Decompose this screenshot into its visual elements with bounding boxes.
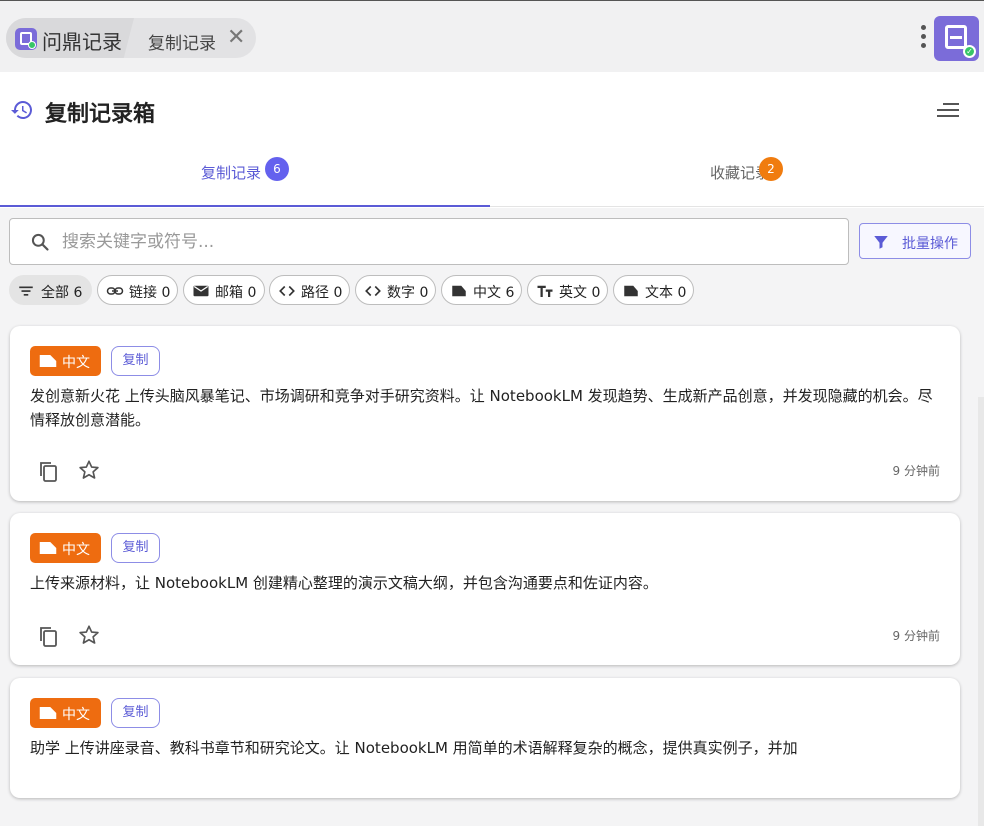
copy-count-badge: 6 (265, 157, 289, 181)
search-icon (31, 233, 49, 251)
label-icon (39, 542, 57, 554)
favorites-count-badge: 2 (759, 157, 783, 181)
type-tag-chinese: 中文 (30, 533, 101, 563)
record-card[interactable]: 中文 复制 发创意新火花 上传头脑风暴笔记、市场调研和竞争对手研究资料。让 No… (10, 326, 960, 501)
history-icon (11, 101, 32, 119)
record-card[interactable]: 中文 复制 上传来源材料，让 NotebookLM 创建精心整理的演示文稿大纲，… (10, 513, 960, 665)
chip-label: 链接 0 (129, 285, 171, 301)
text-size-icon (537, 285, 553, 297)
tab-divider (490, 206, 984, 207)
page-title: 复制记录箱 (45, 102, 156, 127)
app-logo-icon (15, 28, 37, 50)
type-tag-label: 中文 (62, 707, 90, 723)
label-icon (624, 285, 638, 297)
source-tag-copy: 复制 (111, 533, 160, 563)
window-topbar: 问鼎记录 复制记录 ✕ ✓ (0, 0, 984, 72)
sort-menu-icon[interactable] (937, 103, 959, 119)
source-tag-copy: 复制 (111, 346, 160, 376)
close-icon[interactable]: ✕ (227, 26, 245, 50)
batch-operation-label: 批量操作 (902, 236, 958, 252)
code-icon (365, 285, 381, 297)
filter-chip-mail[interactable]: 邮箱 0 (183, 275, 265, 305)
chip-label: 文本 0 (645, 285, 687, 301)
filter-chip-english[interactable]: 英文 0 (527, 275, 608, 305)
scrollbar[interactable] (978, 397, 984, 826)
filter-chip-text[interactable]: 文本 0 (613, 275, 694, 305)
more-vert-icon[interactable] (919, 25, 929, 53)
link-icon (106, 287, 124, 295)
record-text: 助学 上传讲座录音、教科书章节和研究论文。让 NotebookLM 用简单的术语… (30, 739, 798, 757)
filter-list-icon (19, 286, 33, 296)
search-box[interactable] (9, 218, 849, 265)
clipboard-panel: 复制记录箱 复制记录 6 6 收藏记录 2 批量操作 全部 6 (0, 72, 984, 826)
mail-icon (193, 285, 209, 297)
search-input[interactable] (62, 227, 822, 257)
record-time: 9 分钟前 (892, 464, 940, 478)
copy-icon[interactable] (38, 460, 58, 482)
type-tag-label: 中文 (62, 542, 90, 558)
star-icon[interactable] (78, 459, 100, 481)
filter-chip-number[interactable]: 数字 0 (355, 275, 436, 305)
record-card[interactable]: 中文 复制 助学 上传讲座录音、教科书章节和研究论文。让 NotebookLM … (10, 678, 960, 798)
label-icon (39, 707, 57, 719)
extension-app-icon[interactable]: ✓ (934, 16, 979, 61)
chip-label: 英文 0 (559, 285, 601, 301)
source-tag-copy: 复制 (111, 698, 160, 728)
active-tab-indicator (0, 205, 490, 207)
chip-label: 路径 0 (301, 285, 343, 301)
chip-label: 中文 6 (473, 285, 515, 301)
code-icon (279, 285, 295, 297)
record-text: 上传来源材料，让 NotebookLM 创建精心整理的演示文稿大纲，并包含沟通要… (30, 574, 658, 592)
type-tag-chinese: 中文 (30, 698, 101, 728)
filter-chip-chinese[interactable]: 中文 6 (441, 275, 522, 305)
copy-icon[interactable] (38, 625, 58, 647)
filter-chip-link[interactable]: 链接 0 (97, 275, 178, 305)
chip-label: 数字 0 (387, 285, 429, 301)
record-text: 发创意新火花 上传头脑风暴笔记、市场调研和竞争对手研究资料。让 Notebook… (30, 387, 933, 429)
batch-operation-button[interactable]: 批量操作 (859, 223, 971, 259)
panel-header: 复制记录箱 复制记录 6 6 收藏记录 2 (0, 72, 984, 208)
record-time: 9 分钟前 (892, 629, 940, 643)
label-icon (452, 285, 466, 297)
type-tag-label: 中文 (62, 355, 90, 371)
chip-label: 全部 6 (41, 285, 83, 301)
app-title[interactable]: 问鼎记录 (42, 26, 122, 55)
filter-chip-path[interactable]: 路径 0 (269, 275, 350, 305)
filter-icon (874, 236, 888, 249)
chip-label: 邮箱 0 (215, 285, 257, 301)
type-tag-chinese: 中文 (30, 346, 101, 376)
label-icon (39, 355, 57, 367)
tab-copy-records[interactable]: 复制记录 6 (201, 162, 275, 183)
tab-copy-records[interactable]: 复制记录 (148, 29, 216, 54)
filter-chip-all[interactable]: 全部 6 (9, 275, 92, 305)
star-icon[interactable] (78, 624, 100, 646)
